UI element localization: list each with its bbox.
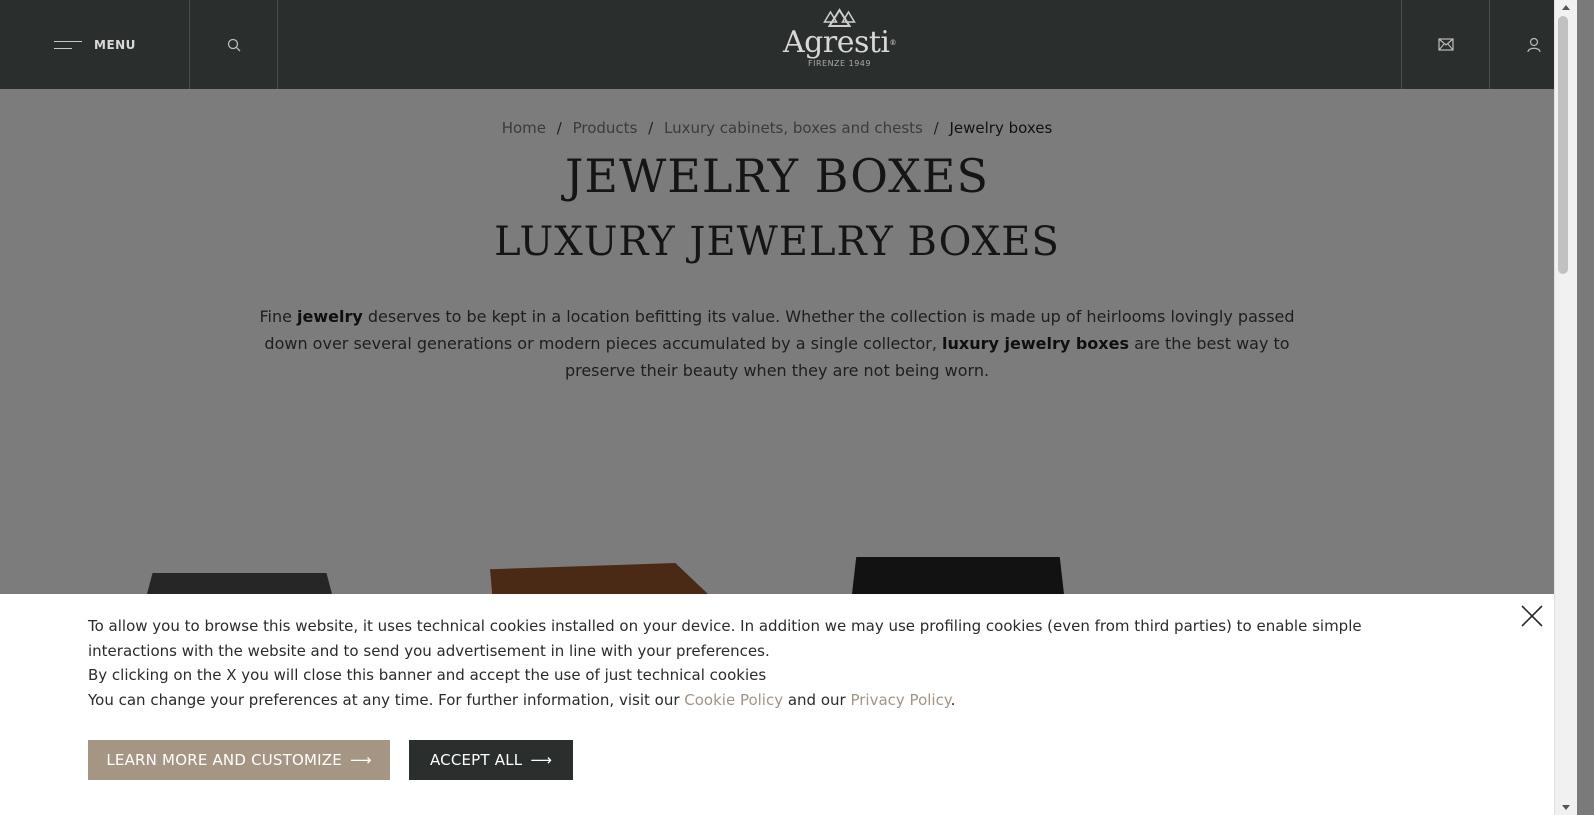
accept-all-button[interactable]: ACCEPT ALL ⟶ [409,740,573,780]
logo-subtitle: FIRENZE 1949 [807,59,871,68]
search-button[interactable] [190,0,278,89]
privacy-policy-link[interactable]: Privacy Policy [850,691,950,709]
contact-button[interactable] [1401,0,1489,89]
arrow-right-icon: ⟶ [530,751,553,769]
mail-icon [1437,38,1454,51]
scroll-down-arrow-icon[interactable] [1562,805,1570,810]
close-icon[interactable] [1520,604,1544,628]
hamburger-icon [54,40,82,50]
cookie-line-2: By clicking on the X you will close this… [88,666,767,684]
breadcrumb-luxury-cabinets[interactable]: Luxury cabinets, boxes and chests [664,119,923,137]
product-image-black-box[interactable] [852,557,1064,594]
page-content: Home / Products / Luxury cabinets, boxes… [0,89,1554,594]
learn-more-label: LEARN MORE AND CUSTOMIZE [106,751,342,769]
menu-label: MENU [94,37,136,52]
search-icon [227,38,240,51]
page-scrollbar[interactable] [1554,0,1577,815]
cookie-banner: To allow you to browse this website, it … [0,594,1554,815]
cookie-policy-link[interactable]: Cookie Policy [684,691,783,709]
cookie-text: To allow you to browse this website, it … [88,614,1448,712]
agresti-logo[interactable]: Agresti® FIRENZE 1949 [783,8,896,68]
breadcrumb-current: Jewelry boxes [949,119,1053,137]
breadcrumb: Home / Products / Luxury cabinets, boxes… [0,119,1554,137]
breadcrumb-separator: / [556,119,562,137]
product-image-dark-box[interactable] [147,573,332,594]
logo-wordmark: Agresti® [782,25,897,60]
accept-all-label: ACCEPT ALL [429,751,523,769]
user-icon [1526,37,1541,52]
site-header: MENU Agresti® FIRENZE 1949 [0,0,1577,89]
page-title: JEWELRY BOXES [564,149,990,203]
breadcrumb-separator: / [933,119,939,137]
intro-paragraph: Fine jewelry deserves to be kept in a lo… [259,307,1295,380]
menu-button[interactable]: MENU [0,0,190,89]
cookie-line-3: You can change your preferences at any t… [88,690,956,709]
scrollbar-thumb[interactable] [1558,16,1568,274]
scroll-up-arrow-icon[interactable] [1562,5,1570,10]
breadcrumb-separator: / [648,119,654,137]
product-image-wood-box[interactable] [490,563,708,594]
page-subtitle: LUXURY JEWELRY BOXES [494,219,1060,265]
header-center: Agresti® FIRENZE 1949 [278,0,1401,89]
breadcrumb-products[interactable]: Products [573,119,638,137]
arrow-right-icon: ⟶ [349,751,372,769]
breadcrumb-home[interactable]: Home [502,119,546,137]
learn-more-customize-button[interactable]: LEARN MORE AND CUSTOMIZE ⟶ [88,740,390,780]
cookie-line-1: To allow you to browse this website, it … [88,617,1362,660]
